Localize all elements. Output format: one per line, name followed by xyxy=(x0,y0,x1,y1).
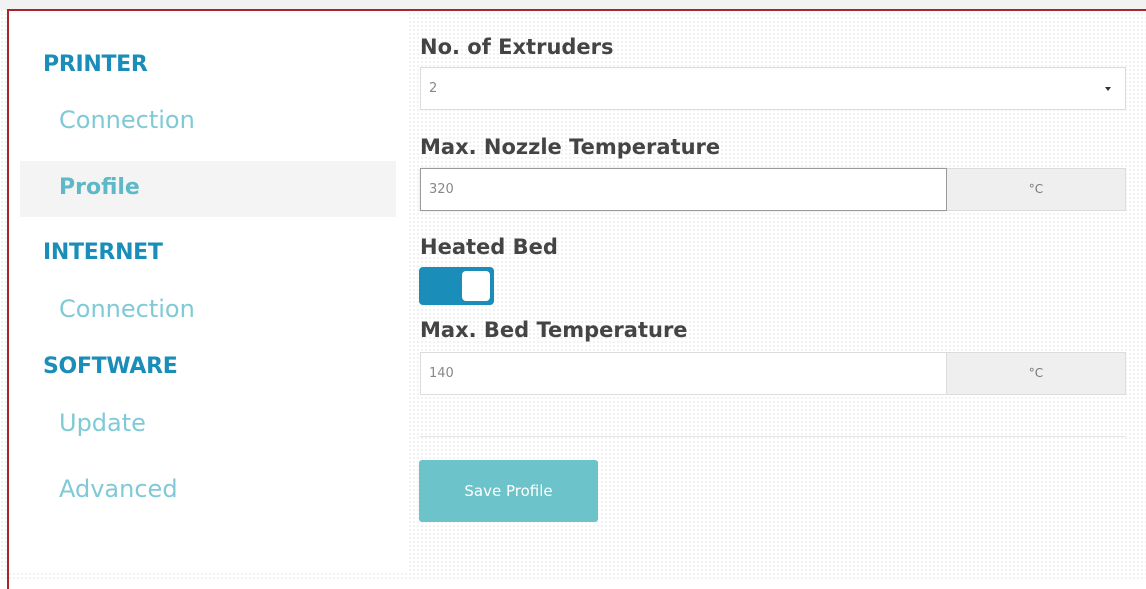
bed-temp-unit: °C xyxy=(947,352,1126,395)
sidebar-item-advanced[interactable]: Advanced xyxy=(59,475,178,503)
section-printer-title: PRINTER xyxy=(43,52,148,77)
nozzle-temp-label: Max. Nozzle Temperature xyxy=(420,135,721,159)
sidebar-item-update[interactable]: Update xyxy=(59,409,146,437)
extruders-label: No. of Extruders xyxy=(420,35,614,59)
extruders-select[interactable]: 2 xyxy=(420,67,1126,110)
extruders-value: 2 xyxy=(429,81,438,96)
nozzle-temp-value: 320 xyxy=(429,182,454,197)
section-internet-title: INTERNET xyxy=(43,240,163,265)
app-frame: PRINTER Connection Profile INTERNET Conn… xyxy=(0,0,1146,589)
nozzle-temp-group: 320 °C xyxy=(420,168,1126,211)
caret-down-icon xyxy=(1105,87,1111,91)
toggle-knob xyxy=(462,271,490,301)
form-divider xyxy=(420,436,1126,437)
bed-temp-group: 140 °C xyxy=(420,352,1126,395)
sidebar-item-internet-connection[interactable]: Connection xyxy=(59,295,195,323)
nozzle-temp-input[interactable]: 320 xyxy=(420,168,947,211)
heated-bed-toggle[interactable] xyxy=(419,267,494,305)
nozzle-temp-unit: °C xyxy=(947,168,1126,211)
save-profile-button[interactable]: Save Profile xyxy=(419,460,598,522)
sidebar-item-printer-connection[interactable]: Connection xyxy=(59,106,195,134)
heated-bed-label: Heated Bed xyxy=(420,235,558,259)
bed-temp-label: Max. Bed Temperature xyxy=(420,318,688,342)
bed-temp-input[interactable]: 140 xyxy=(420,352,947,395)
section-software-title: SOFTWARE xyxy=(43,354,178,379)
bed-temp-value: 140 xyxy=(429,366,454,381)
sidebar-item-profile[interactable]: Profile xyxy=(59,175,140,200)
